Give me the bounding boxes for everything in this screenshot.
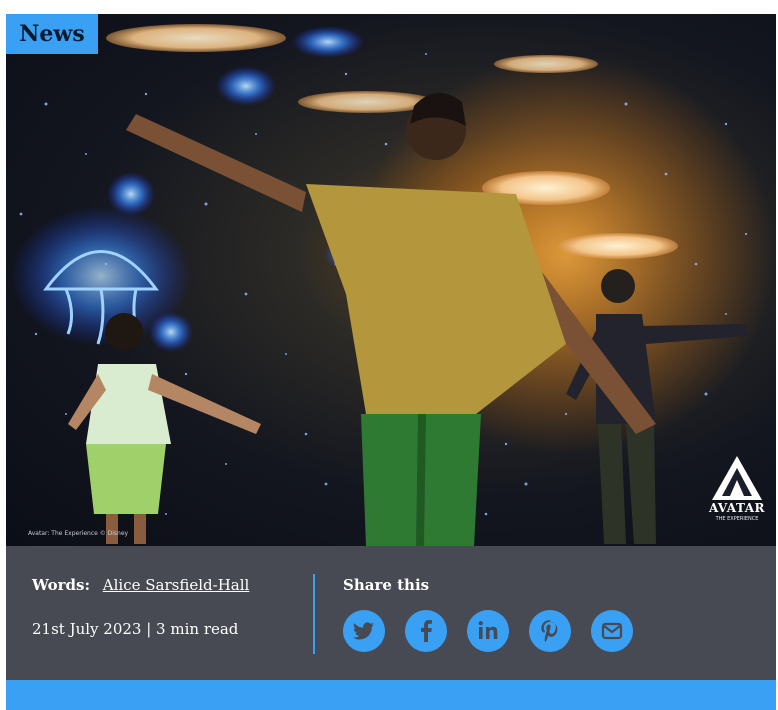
divider (313, 574, 315, 654)
date-readtime: 21st July 2023 | 3 min read (32, 620, 239, 638)
linkedin-icon (478, 621, 498, 639)
facebook-icon (421, 620, 432, 642)
hero-illustration (11, 24, 776, 546)
author-link[interactable]: Alice Sarsfield-Hall (103, 576, 250, 594)
photo-credit: Avatar: The Experience © Disney (28, 530, 129, 537)
hero-image: News Avatar: The Experience © Disney AVA… (6, 14, 776, 546)
share-linkedin-button[interactable] (467, 610, 509, 652)
share-pinterest-button[interactable] (529, 610, 571, 652)
accent-bar (6, 680, 776, 710)
logo-mark-icon (712, 456, 762, 500)
avatar-experience-logo: AVATAR THE EXPERIENCE (706, 454, 768, 534)
logo-sub: THE EXPERIENCE (715, 516, 759, 522)
share-label: Share this (343, 576, 430, 594)
email-icon (601, 622, 623, 640)
twitter-icon (353, 622, 374, 640)
share-email-button[interactable] (591, 610, 633, 652)
logo-word: AVATAR (708, 501, 766, 515)
article-meta-panel: Words: Alice Sarsfield-Hall 21st July 20… (6, 546, 776, 680)
byline-label: Words: (32, 576, 91, 594)
article-card: News Avatar: The Experience © Disney AVA… (6, 8, 776, 710)
section-tag[interactable]: News (6, 14, 98, 54)
pinterest-icon (541, 620, 558, 643)
byline: Words: Alice Sarsfield-Hall (32, 576, 249, 594)
share-twitter-button[interactable] (343, 610, 385, 652)
share-facebook-button[interactable] (405, 610, 447, 652)
